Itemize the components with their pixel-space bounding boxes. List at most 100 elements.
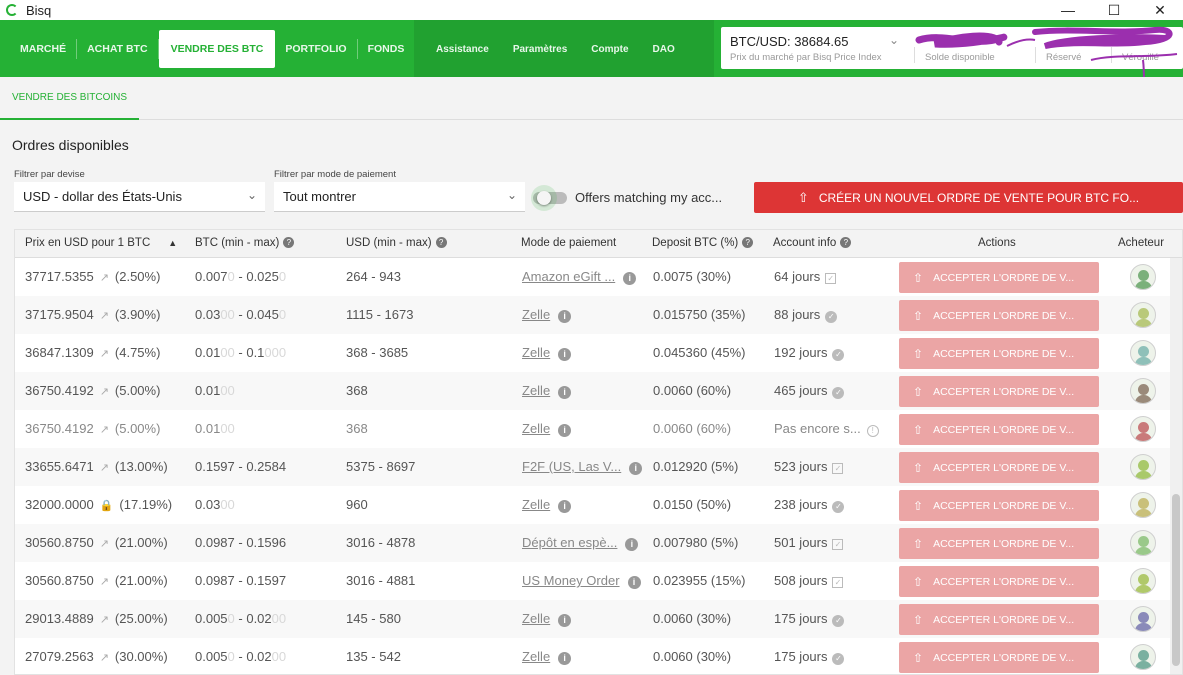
payment-method-cell: Zelle i	[522, 611, 572, 627]
buyer-avatar[interactable]	[1130, 340, 1156, 366]
payment-method-link[interactable]: Amazon eGift ...	[522, 269, 615, 284]
table-row[interactable]: 29013.4889 ↗ (25.00%) 0.0050 - 0.0200 145 - …	[15, 600, 1182, 638]
usd-range-cell: 3016 - 4878	[346, 535, 416, 550]
buyer-avatar[interactable]	[1130, 416, 1156, 442]
minimize-button[interactable]: —	[1045, 0, 1091, 20]
buyer-avatar[interactable]	[1130, 302, 1156, 328]
scrollbar-thumb[interactable]	[1172, 494, 1180, 666]
tab-vendre-des-bitcoins[interactable]: VENDRE DES BITCOINS	[0, 77, 140, 120]
reserved-balance-label: Réservé	[1046, 52, 1082, 63]
close-button[interactable]: ✕	[1137, 0, 1183, 20]
nav-assistance[interactable]: Assistance	[424, 39, 501, 59]
table-row[interactable]: 37717.5355 ↗ (2.50%) 0.0070 - 0.0250 264 - 9…	[15, 258, 1182, 296]
payment-method-link[interactable]: Zelle	[522, 345, 550, 360]
accept-offer-button[interactable]: ⇧ ACCEPTER L'ORDRE DE V...	[899, 490, 1099, 521]
table-row[interactable]: 36847.1309 ↗ (4.75%) 0.0100 - 0.1000 368 - 3…	[15, 334, 1182, 372]
payment-method-link[interactable]: Zelle	[522, 497, 550, 512]
buyer-avatar[interactable]	[1130, 606, 1156, 632]
col-payment[interactable]: Mode de paiement	[521, 237, 616, 249]
payment-method-link[interactable]: US Money Order	[522, 573, 620, 588]
verified-check-icon: ✓	[832, 653, 845, 665]
accept-offer-button[interactable]: ⇧ ACCEPTER L'ORDRE DE V...	[899, 452, 1099, 483]
accept-offer-button[interactable]: ⇧ ACCEPTER L'ORDRE DE V...	[899, 414, 1099, 445]
window-title: Bisq	[26, 2, 52, 18]
payment-method-link[interactable]: Zelle	[522, 307, 550, 322]
accept-offer-button[interactable]: ⇧ ACCEPTER L'ORDRE DE V...	[899, 604, 1099, 635]
table-row[interactable]: 32000.0000 🔒 (17.19%) 0.0300 960 Zelle i 0.0150…	[15, 486, 1182, 524]
accept-offer-button[interactable]: ⇧ ACCEPTER L'ORDRE DE V...	[899, 566, 1099, 597]
table-row[interactable]: 30560.8750 ↗ (21.00%) 0.0987 - 0.1596 3016 -…	[15, 524, 1182, 562]
col-deposit[interactable]: Deposit BTC (%)?	[652, 237, 754, 249]
col-account[interactable]: Account info?	[773, 237, 852, 249]
accept-offer-button[interactable]: ⇧ ACCEPTER L'ORDRE DE V...	[899, 300, 1099, 331]
accept-offer-button[interactable]: ⇧ ACCEPTER L'ORDRE DE V...	[899, 642, 1099, 673]
accept-offer-button[interactable]: ⇧ ACCEPTER L'ORDRE DE V...	[899, 528, 1099, 559]
table-row[interactable]: 36750.4192 ↗ (5.00%) 0.0100 368 Zelle i 0.0060 …	[15, 372, 1182, 410]
payment-method-link[interactable]: Dépôt en espè...	[522, 535, 617, 550]
info-icon[interactable]: i	[558, 652, 572, 665]
table-row[interactable]: 30560.8750 ↗ (21.00%) 0.0987 - 0.1597 3016 -…	[15, 562, 1182, 600]
nav-portfolio[interactable]: PORTFOLIO	[275, 39, 358, 59]
col-usd[interactable]: USD (min - max)?	[346, 237, 447, 249]
payment-method-link[interactable]: Zelle	[522, 611, 550, 626]
col-btc[interactable]: BTC (min - max)?	[195, 237, 295, 249]
chevron-down-icon: ⌄	[506, 188, 517, 202]
maximize-button[interactable]: ☐	[1091, 0, 1137, 20]
chevron-down-icon[interactable]: ⌄	[889, 33, 899, 47]
payment-filter-select[interactable]: Tout montrer ⌄	[274, 182, 525, 212]
table-row[interactable]: 36750.4192 ↗ (5.00%) 0.0100 368 Zelle i 0.0060 …	[15, 410, 1182, 448]
payment-method-link[interactable]: Zelle	[522, 649, 550, 664]
col-price[interactable]: Prix en USD pour 1 BTC ▲	[25, 237, 177, 249]
info-icon[interactable]: i	[623, 272, 637, 285]
info-icon[interactable]: i	[558, 424, 572, 437]
buyer-avatar[interactable]	[1130, 454, 1156, 480]
accept-offer-button[interactable]: ⇧ ACCEPTER L'ORDRE DE V...	[899, 338, 1099, 369]
info-icon[interactable]: i	[627, 576, 641, 589]
btc-range-cell: 0.0050 - 0.0200	[195, 649, 287, 664]
table-scrollbar[interactable]	[1170, 258, 1182, 674]
nav-achat-btc[interactable]: ACHAT BTC	[77, 39, 159, 59]
info-icon[interactable]: i	[558, 348, 572, 361]
nav-marche[interactable]: MARCHÉ	[10, 39, 78, 59]
market-price[interactable]: BTC/USD: 38684.65	[730, 34, 849, 49]
info-icon[interactable]: i	[558, 500, 572, 513]
help-icon: ?	[742, 237, 754, 248]
account-info-cell: Pas encore s...!	[774, 421, 879, 437]
buyer-avatar[interactable]	[1130, 492, 1156, 518]
info-icon[interactable]: i	[558, 614, 572, 627]
nav-vendre-btc[interactable]: VENDRE DES BTC	[158, 30, 276, 68]
nav-dao[interactable]: DAO	[641, 39, 687, 59]
create-sell-offer-button[interactable]: ⇧ CRÉER UN NOUVEL ORDRE DE VENTE POUR BT…	[754, 182, 1183, 213]
price-cell: 36750.4192 ↗ (5.00%)	[25, 383, 161, 398]
trend-icon: ↗	[99, 462, 109, 474]
buyer-avatar[interactable]	[1130, 568, 1156, 594]
buyer-avatar[interactable]	[1130, 378, 1156, 404]
info-icon[interactable]: i	[558, 386, 572, 399]
table-row[interactable]: 37175.9504 ↗ (3.90%) 0.0300 - 0.0450 1115 - …	[15, 296, 1182, 334]
info-icon[interactable]: i	[558, 310, 572, 323]
buyer-avatar[interactable]	[1130, 530, 1156, 556]
col-buyer: Acheteur	[1118, 237, 1165, 249]
info-icon[interactable]: i	[629, 462, 643, 475]
accept-offer-button[interactable]: ⇧ ACCEPTER L'ORDRE DE V...	[899, 262, 1099, 293]
accept-offer-button[interactable]: ⇧ ACCEPTER L'ORDRE DE V...	[899, 376, 1099, 407]
table-row[interactable]: 33655.6471 ↗ (13.00%) 0.1597 - 0.2584 5375 -…	[15, 448, 1182, 486]
payment-method-cell: F2F (US, Las V... i	[522, 459, 643, 475]
nav-fonds[interactable]: FONDS	[358, 39, 415, 59]
table-row[interactable]: 27079.2563 ↗ (30.00%) 0.0050 - 0.0200 135 - …	[15, 638, 1182, 674]
payment-method-link[interactable]: Zelle	[522, 383, 550, 398]
payment-filter-label: Filtrer par mode de paiement	[274, 169, 396, 180]
info-icon[interactable]: i	[625, 538, 639, 551]
payment-method-link[interactable]: Zelle	[522, 421, 550, 436]
matching-offers-toggle[interactable]	[531, 183, 569, 213]
buyer-avatar[interactable]	[1130, 264, 1156, 290]
verified-check-icon: ✓	[832, 349, 845, 361]
btc-range-cell: 0.0987 - 0.1596	[195, 535, 287, 550]
trend-icon: ↗	[99, 614, 109, 626]
currency-filter-select[interactable]: USD - dollar des États-Unis ⌄	[14, 182, 265, 212]
buyer-avatar[interactable]	[1130, 644, 1156, 670]
nav-parametres[interactable]: Paramètres	[501, 39, 579, 59]
upload-tray-icon: ⇧	[913, 422, 924, 437]
payment-method-link[interactable]: F2F (US, Las V...	[522, 459, 621, 474]
nav-compte[interactable]: Compte	[579, 39, 640, 59]
